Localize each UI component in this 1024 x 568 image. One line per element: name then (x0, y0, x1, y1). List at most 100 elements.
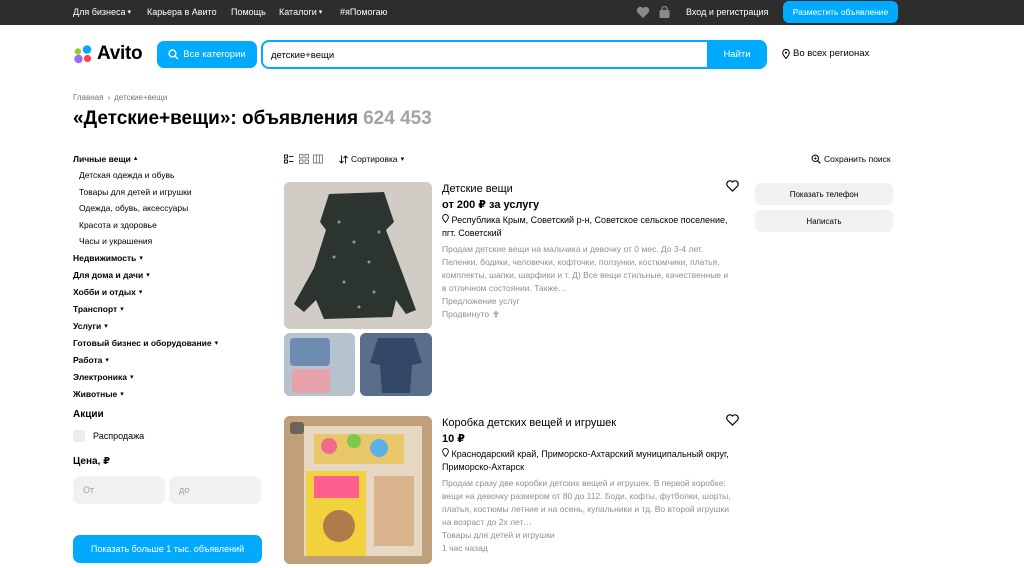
listing-category: Предложение услуг (442, 296, 520, 306)
sidebar-item-label: Транспорт (73, 304, 118, 314)
chevron-down-icon: ▾ (105, 356, 109, 364)
business-menu[interactable]: Для бизнеса ▾ (73, 7, 131, 17)
listing-description: Продам сразу две коробки детских вещей и… (442, 478, 731, 527)
promo-filter-title: Акции (73, 409, 104, 420)
sidebar-subitem[interactable]: Детская одежда и обувь (73, 167, 263, 184)
sidebar-item-hobby[interactable]: Хобби и отдых ▾ (73, 284, 263, 301)
chevron-down-icon: ▾ (127, 8, 132, 16)
clothes-thumbnail (284, 333, 355, 396)
search-button[interactable]: Найти (707, 40, 767, 69)
price-from-field[interactable]: От (73, 476, 165, 504)
cart-icon[interactable] (658, 6, 671, 19)
listing-main-photo[interactable] (284, 416, 432, 564)
all-categories-button[interactable]: Все категории (157, 41, 257, 68)
grid-view-icon[interactable] (299, 154, 309, 164)
sidebar-item-personal[interactable]: Личные вещи ▴ (73, 150, 263, 167)
listing-thumbnail[interactable] (284, 333, 355, 396)
login-link[interactable]: Вход и регистрация (686, 7, 768, 17)
gallery-view-icon[interactable] (313, 154, 323, 164)
search-bar: Найти (261, 40, 767, 69)
jacket-thumbnail (360, 333, 432, 396)
avito-logo[interactable]: Avito (73, 43, 143, 65)
promoted-arrow-icon (492, 310, 500, 318)
help-link[interactable]: Помощь (231, 7, 266, 17)
favorite-heart-icon[interactable] (726, 180, 739, 192)
page-title: «Детские+вещи»: объявления 624 453 (73, 108, 432, 130)
career-link[interactable]: Карьера в Авито (147, 7, 217, 17)
region-selector[interactable]: Во всех регионах (782, 48, 869, 59)
avito-logo-icon (74, 45, 92, 64)
chevron-down-icon: ▾ (318, 8, 323, 16)
listing-description: Продам детские вещи на мальчика и девочк… (442, 244, 729, 293)
sidebar-item-label: Готовый бизнес и оборудование (73, 338, 212, 348)
sidebar-item-label: Личные вещи (73, 153, 131, 164)
sidebar-item-label: Хобби и отдых (73, 287, 136, 297)
listing-location: Краснодарский край, Приморско-Ахтарский … (442, 448, 732, 474)
show-results-button[interactable]: Показать больше 1 тыс. объявлений (73, 535, 262, 563)
sidebar-subitem[interactable]: Одежда, обувь, аксессуары (73, 200, 263, 217)
price-to-field[interactable]: до (169, 476, 261, 504)
business-label: Для бизнеса (73, 7, 126, 17)
favorite-heart-icon[interactable] (726, 414, 739, 426)
sidebar-item-label: Услуги (73, 321, 102, 331)
sidebar-subitem[interactable]: Товары для детей и игрушки (73, 184, 263, 201)
chevron-down-icon: ▾ (138, 288, 143, 296)
page-title-text: «Детские+вещи»: объявления (73, 108, 359, 129)
sidebar-item-label: Животные (73, 389, 118, 399)
sidebar-item-electronics[interactable]: Электроника ▾ (73, 369, 263, 386)
listing-thumbnail[interactable] (360, 333, 432, 396)
listing-status-text: Продвинуто (442, 309, 490, 319)
sidebar-item-jobs[interactable]: Работа ▾ (73, 352, 263, 369)
search-icon (168, 49, 179, 60)
sidebar-item-transport[interactable]: Транспорт ▾ (73, 301, 263, 318)
breadcrumb-home[interactable]: Главная (73, 93, 103, 102)
post-ad-button[interactable]: Разместить объявление (783, 1, 898, 23)
hashtag-link[interactable]: #яПомогаю (340, 7, 387, 17)
login-label: Вход и регистрация (686, 7, 769, 17)
list-view-icon[interactable] (284, 154, 294, 164)
listing-title[interactable]: Детские вещи (442, 183, 513, 195)
chevron-down-icon: ▾ (120, 390, 124, 398)
dress-photo (284, 182, 432, 329)
save-search-label: Сохранить поиск (824, 154, 891, 164)
save-search-button[interactable]: Сохранить поиск (811, 154, 891, 164)
listing-status: Продвинуто (442, 309, 500, 319)
listing-title[interactable]: Коробка детских вещей и игрушек (442, 417, 616, 429)
breadcrumb-current[interactable]: детские+вещи (114, 93, 167, 102)
help-label: Помощь (231, 7, 266, 17)
chevron-down-icon: ▾ (104, 322, 108, 330)
sidebar-subitem[interactable]: Красота и здоровье (73, 217, 263, 234)
chevron-down-icon: ▾ (130, 373, 134, 381)
box-photo (284, 416, 432, 564)
favorites-heart-icon[interactable] (636, 6, 650, 19)
category-sidebar: Личные вещи ▴ Детская одежда и обувь Тов… (73, 150, 263, 403)
catalogs-menu[interactable]: Каталоги ▾ (279, 7, 322, 17)
sidebar-item-services[interactable]: Услуги ▾ (73, 318, 263, 335)
sale-label: Распродажа (93, 431, 145, 441)
breadcrumb-separator: › (107, 93, 111, 102)
sidebar-item-business[interactable]: Готовый бизнес и оборудование ▾ (73, 335, 263, 352)
sale-filter[interactable]: Распродажа (73, 430, 144, 442)
listing-location-text: Краснодарский край, Приморско-Ахтарский … (442, 449, 729, 472)
hashtag-label: #яПомогаю (340, 7, 388, 17)
show-phone-button[interactable]: Показать телефон (755, 183, 893, 205)
listing-category: Товары для детей и игрушки (442, 530, 555, 540)
all-categories-label: Все категории (183, 49, 246, 60)
listing-price: 10 ₽ (442, 433, 465, 445)
sort-dropdown[interactable]: Сортировка ▾ (339, 154, 404, 164)
sidebar-subitem[interactable]: Часы и украшения (73, 233, 263, 250)
sidebar-item-home[interactable]: Для дома и дачи ▾ (73, 267, 263, 284)
catalogs-label: Каталоги (279, 7, 317, 17)
sort-icon (339, 154, 348, 164)
search-input[interactable] (271, 47, 701, 63)
sidebar-item-realty[interactable]: Недвижимость ▾ (73, 250, 263, 267)
sidebar-item-label: Электроника (73, 372, 127, 382)
delivery-icon (290, 422, 304, 434)
write-message-button[interactable]: Написать (755, 210, 893, 232)
listing-main-photo[interactable] (284, 182, 432, 329)
sidebar-item-animals[interactable]: Животные ▾ (73, 386, 263, 403)
chevron-up-icon: ▴ (133, 155, 138, 162)
region-label: Во всех регионах (793, 48, 870, 59)
sidebar-item-label: Недвижимость (73, 253, 137, 263)
sale-checkbox[interactable] (73, 430, 85, 442)
